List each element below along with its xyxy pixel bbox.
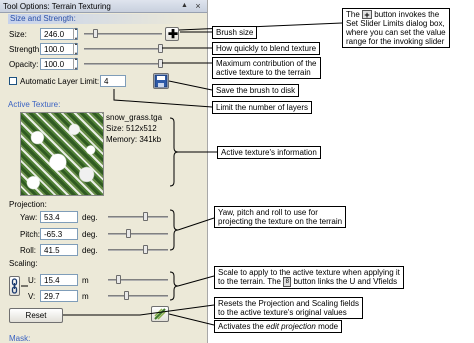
chain-link-icon: 8 — [283, 277, 292, 287]
note-projection: Yaw, pitch and roll to use for projectin… — [214, 206, 347, 228]
note-slider-limits-text-3: Set Slider Limits dialog box, — [346, 19, 445, 29]
v-slider-track[interactable] — [108, 295, 168, 297]
roll-label: Roll: — [20, 246, 37, 255]
opacity-slider-thumb[interactable] — [158, 59, 163, 68]
roll-slider-thumb[interactable] — [142, 245, 148, 254]
roll-input[interactable]: 41.5 — [40, 244, 78, 256]
texture-memory: Memory: 341kb — [106, 135, 162, 144]
yaw-label: Yaw: — [20, 213, 38, 222]
title-bar[interactable]: Tool Options: Terrain Texturing ▲ × — [0, 0, 207, 13]
yaw-slider-track[interactable] — [108, 216, 168, 218]
note-save-brush: Save the brush to disk — [212, 84, 300, 97]
opacity-spinner[interactable] — [73, 56, 79, 71]
pitch-unit: deg. — [82, 230, 98, 239]
note-reset-text-1: Resets the Projection and Scaling fields — [218, 299, 359, 308]
mask-section-header[interactable]: Mask: — [9, 334, 30, 343]
pitch-slider-track[interactable] — [108, 233, 168, 235]
window-title: Tool Options: Terrain Texturing — [3, 2, 111, 11]
note-edit-projection-text-b: mode — [318, 322, 339, 331]
note-slider-limits-text-2: button invokes the — [374, 10, 440, 19]
note-scaling: Scale to apply to the active texture whe… — [214, 266, 404, 289]
note-max-contrib: Maximum contribution of the active textu… — [212, 57, 321, 79]
note-max-contrib-text-1: Maximum contribution of the — [216, 59, 317, 68]
edit-projection-button[interactable] — [151, 306, 169, 322]
note-blend: How quickly to blend texture — [212, 42, 321, 55]
u-slider-thumb[interactable] — [116, 275, 122, 284]
note-slider-limits-text-4: where you can set the value — [346, 28, 446, 38]
scaling-header: Scaling: — [9, 259, 38, 268]
pin-icon[interactable]: ▲ — [180, 1, 189, 11]
yaw-input[interactable]: 53.4 — [40, 211, 78, 223]
chain-link-icon — [11, 278, 18, 294]
roll-unit: deg. — [82, 246, 98, 255]
note-projection-text-2: projecting the texture on the terrain — [218, 217, 343, 226]
note-slider-limits-text-5: range for the invoking slider — [346, 37, 445, 47]
v-slider-thumb[interactable] — [123, 291, 129, 300]
yaw-unit: deg. — [82, 213, 98, 222]
plus-icon: + — [362, 10, 373, 20]
u-label: U: — [28, 276, 36, 285]
note-limit-layers: Limit the number of layers — [212, 101, 313, 114]
section-size-strength[interactable]: Size and Strength: — [8, 14, 193, 24]
close-icon[interactable]: × — [193, 1, 203, 11]
pitch-label: Pitch: — [20, 230, 41, 239]
note-reset: Resets the Projection and Scaling fields… — [214, 297, 363, 319]
section-active-texture[interactable]: Active Texture: — [8, 100, 193, 110]
opacity-label: Opacity: — [9, 60, 39, 69]
note-projection-text-1: Yaw, pitch and roll to use for — [218, 208, 318, 217]
note-edit-projection-text-em: edit projection — [266, 322, 316, 331]
note-scaling-text-2a: to the terrain. The — [218, 277, 281, 287]
strength-slider-track[interactable] — [84, 48, 162, 50]
save-disk-icon — [154, 74, 168, 88]
link-uv-button[interactable] — [9, 276, 20, 296]
note-max-contrib-text-2: active texture to the terrain — [216, 68, 311, 77]
plus-icon: ✚ — [168, 27, 179, 41]
v-unit: m — [82, 292, 89, 301]
pitch-slider-thumb[interactable] — [125, 229, 131, 238]
save-brush-button[interactable] — [153, 73, 169, 89]
strength-spinner[interactable] — [73, 41, 79, 56]
strength-label: Strength: — [9, 45, 42, 54]
note-edit-projection-text-a: Activates the — [218, 322, 264, 331]
reset-button[interactable]: Reset — [9, 308, 63, 323]
opacity-slider-track[interactable] — [84, 63, 162, 65]
u-unit: m — [82, 276, 89, 285]
v-input[interactable]: 29.7 — [40, 290, 78, 302]
auto-layer-limit-input[interactable]: 4 — [100, 75, 126, 87]
set-slider-limits-button[interactable]: ✚ — [165, 27, 179, 41]
auto-layer-limit-checkbox[interactable] — [9, 77, 17, 85]
roll-slider-track[interactable] — [108, 249, 168, 251]
edit-projection-icon — [154, 308, 166, 320]
projection-header: Projection: — [9, 200, 47, 209]
note-scaling-text-1: Scale to apply to the active texture whe… — [218, 268, 400, 277]
texture-size: Size: 512x512 — [106, 124, 157, 133]
texture-filename: snow_grass.tga — [106, 113, 163, 122]
note-slider-limits-text-1: The — [346, 10, 360, 19]
u-input[interactable]: 15.4 — [40, 274, 78, 286]
size-slider-thumb[interactable] — [92, 29, 98, 38]
pitch-input[interactable]: -65.3 — [40, 228, 78, 240]
note-slider-limits: The + button invokes the Set Slider Limi… — [342, 8, 450, 49]
note-edit-projection: Activates the edit projection mode — [214, 320, 343, 333]
note-texture-info: Active texture's information — [217, 146, 321, 159]
note-reset-text-2: to the active texture's original values — [218, 308, 347, 317]
note-brush-size: Brush size — [212, 26, 258, 39]
yaw-slider-thumb[interactable] — [142, 212, 148, 221]
tool-options-panel: Tool Options: Terrain Texturing ▲ × Size… — [0, 0, 208, 343]
size-spinner[interactable] — [73, 26, 79, 41]
v-label: V: — [28, 292, 36, 301]
texture-thumbnail — [20, 112, 104, 196]
note-scaling-text-2b: button links the U and Vfields — [293, 277, 398, 287]
size-label: Size: — [9, 30, 27, 39]
strength-slider-thumb[interactable] — [158, 44, 163, 53]
auto-layer-limit-label: Automatic Layer Limit: — [20, 77, 100, 86]
